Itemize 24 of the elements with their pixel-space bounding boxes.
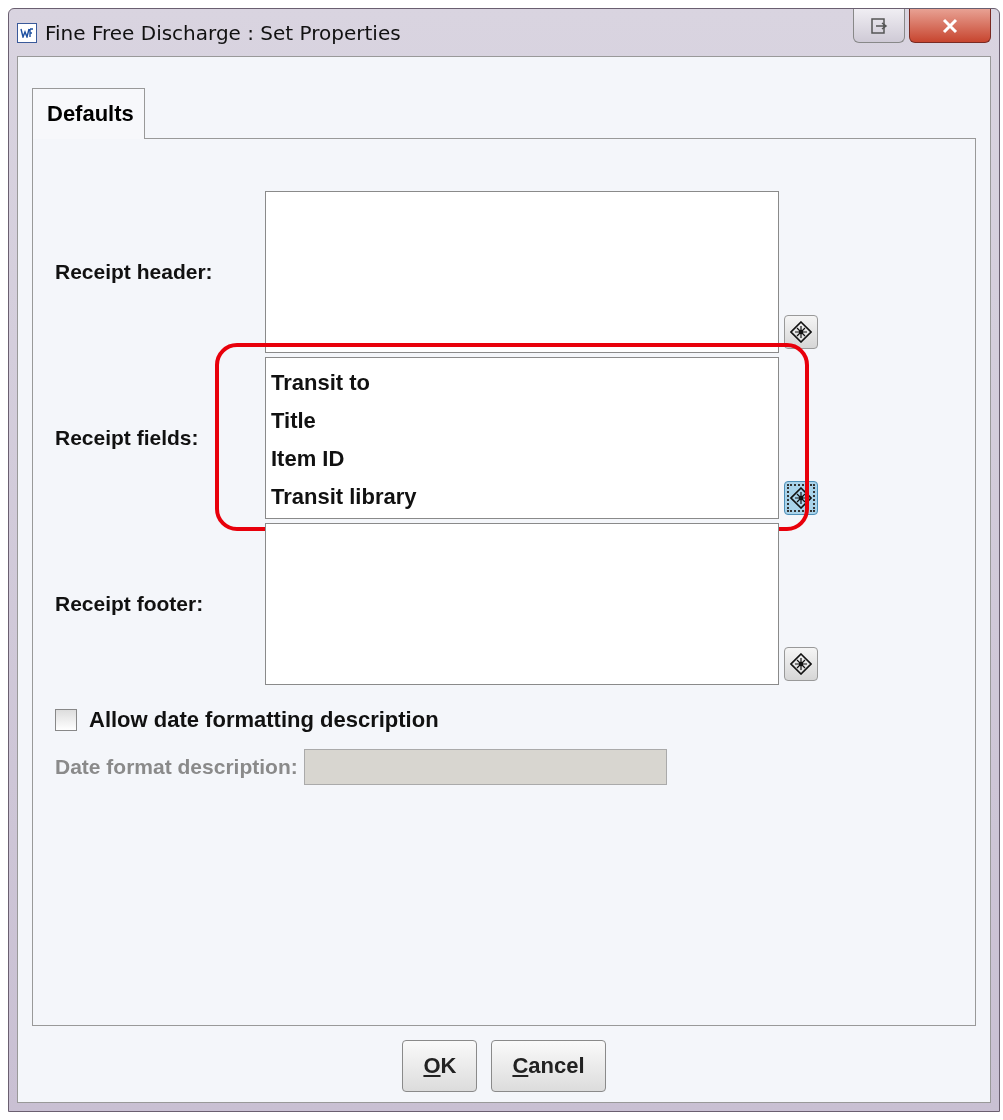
list-item: Title — [271, 407, 317, 435]
field-label: Date format description: — [55, 755, 298, 779]
field-label: Receipt footer: — [55, 592, 205, 616]
close-button[interactable] — [909, 9, 991, 43]
input-field[interactable] — [303, 749, 667, 785]
close-icon — [942, 17, 958, 34]
cancel-button[interactable]: Cancel — [491, 1040, 606, 1092]
restore-button[interactable] — [853, 9, 905, 43]
restore-icon — [870, 16, 888, 35]
checkbox-label: Allow date formatting description — [89, 707, 439, 733]
list-item: Transit to — [271, 369, 371, 397]
window-title: Fine Free Discharge : Set Properties — [45, 20, 401, 45]
edit-button[interactable] — [784, 315, 818, 349]
list-item: Transit library — [271, 483, 418, 511]
text-area[interactable]: Transit to Title Item ID Transit library — [265, 357, 779, 519]
list-item: Item ID — [271, 445, 346, 473]
edit-button[interactable] — [784, 647, 818, 681]
checkbox[interactable] — [55, 709, 77, 731]
text-area[interactable] — [265, 191, 779, 353]
tab[interactable]: Defaults — [32, 88, 145, 139]
ok-button[interactable]: OK — [402, 1040, 478, 1092]
app-icon — [17, 22, 37, 43]
field-label: Receipt fields: — [55, 426, 200, 450]
field-label: Receipt header: — [55, 260, 214, 284]
